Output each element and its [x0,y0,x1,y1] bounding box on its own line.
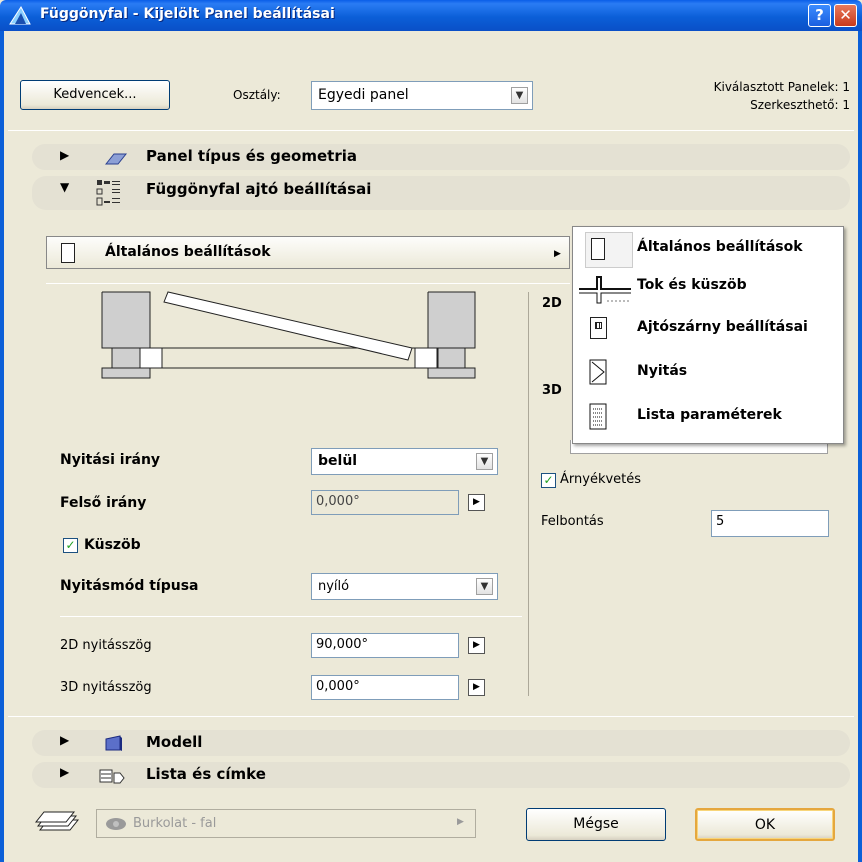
opening-icon [589,359,607,385]
shadow-label: Árnyékvetés [560,472,642,487]
door-leaf-icon [590,317,607,339]
resolution-field[interactable]: 5 [711,510,829,537]
chevron-down-icon[interactable]: ▼ [476,453,493,470]
angle-3d-field[interactable]: 0,000° [311,675,459,700]
favorites-button[interactable]: Kedvencek... [20,80,170,110]
collapsed-triangle-icon[interactable]: ▶ [60,733,69,747]
expand-arrow-icon[interactable]: ▶ [468,637,485,654]
menu-item-general[interactable]: Általános beállítások [573,229,843,269]
help-button[interactable]: ? [808,4,831,27]
layer-value: Burkolat - fal [133,816,217,831]
page-selector[interactable]: Általános beállítások ▶ [46,236,570,269]
door-preview-image [101,291,476,379]
collapsed-triangle-icon[interactable]: ▶ [60,765,69,779]
label-2d: 2D [542,296,562,311]
opening-dir-label: Nyitási irány [60,452,161,468]
list-params-icon [589,403,607,430]
shadow-checkbox[interactable]: ✓ [541,473,556,488]
submenu-arrow-icon: ▶ [457,817,464,827]
class-label: Osztály: [233,88,281,102]
divider [8,716,854,717]
opening-type-label: Nyitásmód típusa [60,578,199,594]
section-door-settings-label: Függönyfal ajtó beállításai [146,180,372,198]
layer-select[interactable]: Burkolat - fal ▶ [96,809,476,838]
threshold-label: Küszöb [84,537,141,553]
expand-arrow-icon[interactable]: ▶ [468,494,485,511]
opening-dir-select[interactable]: belül ▼ [311,448,498,475]
door-settings-icon [96,180,120,206]
resolution-label: Felbontás [541,514,604,529]
top-dir-field[interactable]: 0,000° [311,490,459,515]
opening-dir-value: belül [318,453,358,469]
section-list-label-label: Lista és címke [146,765,266,783]
menu-item-label: Tok és küszöb [637,277,747,293]
door-panel-icon [591,238,605,260]
class-value: Egyedi panel [318,87,409,103]
layers-icon [34,811,80,831]
page-selector-value: Általános beállítások [105,244,271,260]
vertical-divider [528,292,529,696]
model-icon [105,735,122,751]
threshold-checkbox[interactable]: ✓ [63,538,78,553]
expand-arrow-icon[interactable]: ▶ [468,679,485,696]
opening-type-select[interactable]: nyíló ▼ [311,573,498,600]
section-panel-type-label: Panel típus és geometria [146,147,357,165]
cancel-button[interactable]: Mégse [526,808,666,841]
expanded-triangle-icon[interactable]: ▼ [60,180,69,194]
panel-geometry-icon [104,153,128,165]
top-dir-label: Felső irány [60,495,147,511]
label-3d: 3D [542,383,562,398]
window-frame-left [0,31,4,862]
frame-threshold-icon [579,276,631,304]
window-frame-right [858,31,862,862]
opening-type-value: nyíló [318,579,350,594]
divider [46,283,570,284]
menu-item-list-params[interactable]: Lista paraméterek [573,403,843,445]
menu-item-door-leaf[interactable]: Ajtószárny beállításai [573,317,843,357]
chevron-down-icon[interactable]: ▼ [476,578,493,595]
angle-2d-field[interactable]: 90,000° [311,633,459,658]
menu-item-label: Általános beállítások [637,239,803,255]
class-select[interactable]: Egyedi panel ▼ [311,81,533,110]
eye-icon [106,818,126,830]
door-panel-icon [61,243,75,263]
editable-count: Szerkeszthető: 1 [750,98,850,112]
selected-panels-count: Kiválasztott Panelek: 1 [713,80,850,94]
chevron-down-icon[interactable]: ▼ [511,87,528,104]
angle-3d-label: 3D nyitásszög [60,680,152,695]
menu-item-label: Lista paraméterek [637,407,782,423]
divider [8,130,854,131]
collapsed-triangle-icon[interactable]: ▶ [60,148,69,162]
divider [60,616,522,617]
list-label-icon [99,769,125,784]
window-title: Függönyfal - Kijelölt Panel beállításai [40,6,335,22]
submenu-arrow-icon: ▶ [554,249,561,259]
ok-button[interactable]: OK [695,808,835,841]
menu-item-opening[interactable]: Nyitás [573,359,843,401]
angle-2d-label: 2D nyitásszög [60,638,152,653]
close-button[interactable]: ✕ [834,4,857,27]
menu-item-label: Nyitás [637,363,688,379]
menu-item-label: Ajtószárny beállításai [637,319,808,335]
app-icon [9,6,31,25]
menu-item-frame-threshold[interactable]: Tok és küszöb [573,273,843,313]
section-model-label: Modell [146,733,203,751]
page-popup-menu: Általános beállítások Tok és küszöb Ajtó… [572,226,844,444]
